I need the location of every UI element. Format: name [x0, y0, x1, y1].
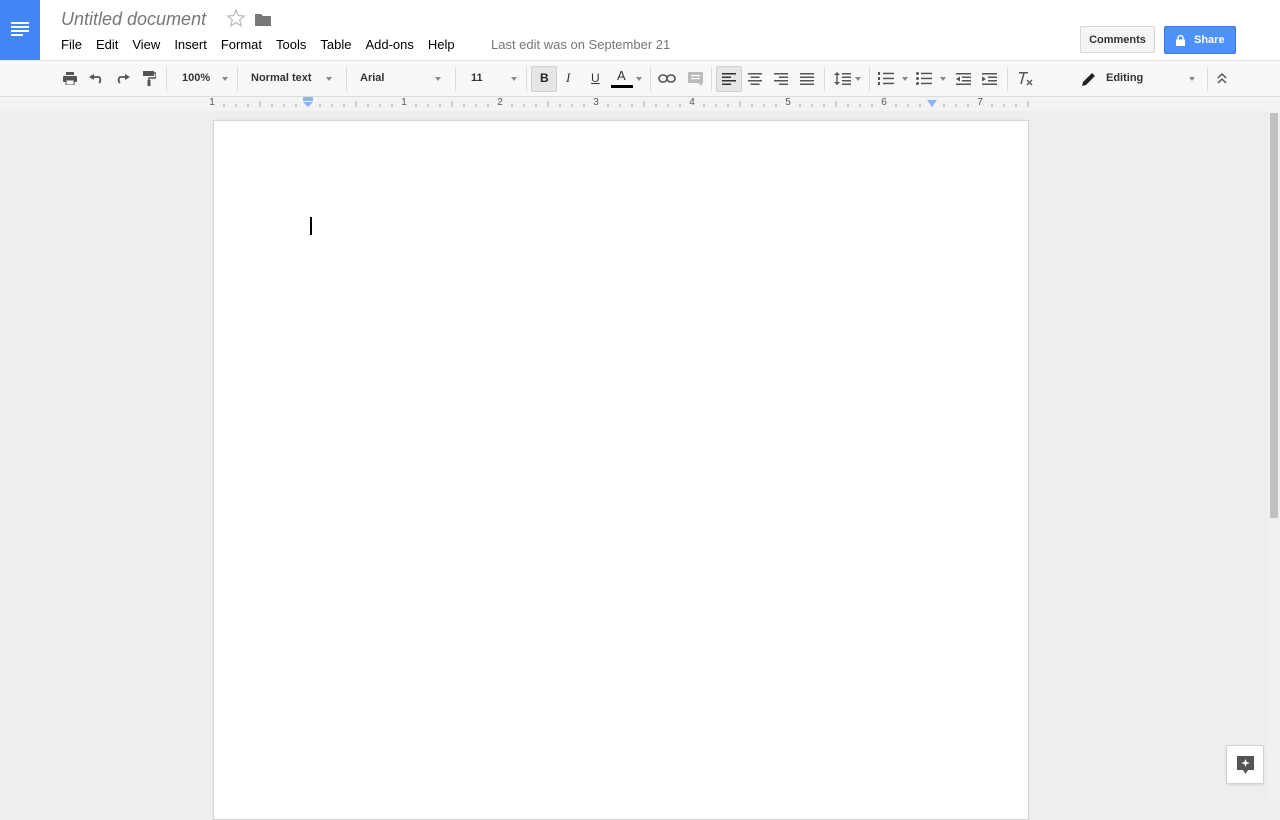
- toolbar-separator: [1207, 67, 1208, 91]
- link-icon[interactable]: [657, 61, 677, 96]
- ruler[interactable]: 1 1 2 3 4 5 6 7: [0, 97, 1280, 111]
- chevron-down-icon[interactable]: [636, 77, 642, 81]
- font-size-select[interactable]: 11: [471, 71, 483, 85]
- ruler-label: 2: [497, 97, 503, 108]
- toolbar-separator: [1007, 67, 1008, 91]
- ruler-label: 6: [881, 97, 887, 108]
- toolbar-separator: [526, 67, 527, 91]
- left-indent-marker-icon[interactable]: [302, 97, 314, 109]
- last-edit-status[interactable]: Last edit was on September 21: [491, 37, 670, 53]
- ruler-label: 1: [401, 97, 407, 108]
- menu-insert[interactable]: Insert: [174, 37, 207, 53]
- ruler-label: 3: [593, 97, 599, 108]
- ruler-label: 4: [689, 97, 695, 108]
- ruler-label: 1: [209, 97, 215, 108]
- menu-file[interactable]: File: [61, 37, 82, 53]
- align-left-icon[interactable]: [720, 61, 738, 96]
- zoom-select[interactable]: 100%: [182, 71, 210, 85]
- numbered-list-icon[interactable]: [876, 61, 896, 96]
- clear-formatting-icon[interactable]: [1015, 61, 1035, 96]
- document-title[interactable]: Untitled document: [61, 9, 206, 30]
- toolbar-separator: [824, 67, 825, 91]
- menu-format[interactable]: Format: [221, 37, 262, 53]
- chevron-down-icon[interactable]: [902, 77, 908, 81]
- menu-tools[interactable]: Tools: [276, 37, 306, 53]
- toolbar-separator: [346, 67, 347, 91]
- menu-view[interactable]: View: [132, 37, 160, 53]
- chevron-down-icon[interactable]: [1189, 77, 1195, 81]
- toolbar-separator: [237, 67, 238, 91]
- toolbar-separator: [650, 67, 651, 91]
- bold-button[interactable]: B: [540, 71, 549, 85]
- ruler-label: 7: [977, 97, 983, 108]
- chevron-down-icon[interactable]: [326, 77, 332, 81]
- docs-home-icon[interactable]: [0, 0, 40, 60]
- menu-bar: File Edit View Insert Format Tools Table…: [61, 37, 469, 53]
- line-spacing-icon[interactable]: [832, 61, 852, 96]
- decrease-indent-icon[interactable]: [953, 61, 973, 96]
- vertical-scrollbar[interactable]: [1268, 111, 1280, 800]
- bulleted-list-icon[interactable]: [914, 61, 934, 96]
- ruler-label: 5: [785, 97, 791, 108]
- menu-help[interactable]: Help: [428, 37, 455, 53]
- comments-button[interactable]: Comments: [1080, 26, 1155, 53]
- underline-button[interactable]: U: [591, 71, 600, 85]
- toolbar-separator: [711, 67, 712, 91]
- undo-icon[interactable]: [87, 61, 105, 96]
- justify-icon[interactable]: [798, 61, 816, 96]
- pencil-icon: [1080, 61, 1098, 96]
- right-indent-marker-icon[interactable]: [926, 100, 938, 109]
- app-header: Untitled document File Edit View Insert …: [0, 0, 1280, 61]
- print-icon[interactable]: [61, 61, 79, 96]
- font-select[interactable]: Arial: [360, 71, 384, 85]
- menu-edit[interactable]: Edit: [96, 37, 118, 53]
- star-icon[interactable]: [226, 8, 246, 28]
- align-right-icon[interactable]: [772, 61, 790, 96]
- ruler-ticks: [223, 101, 1029, 107]
- share-button[interactable]: Share: [1164, 26, 1236, 54]
- toolbar-separator: [869, 67, 870, 91]
- toolbar-separator: [455, 67, 456, 91]
- increase-indent-icon[interactable]: [979, 61, 999, 96]
- menu-addons[interactable]: Add-ons: [365, 37, 413, 53]
- comment-icon[interactable]: [686, 61, 704, 96]
- text-color-button[interactable]: A: [617, 69, 626, 83]
- mode-select[interactable]: Editing: [1106, 71, 1143, 85]
- folder-icon[interactable]: [254, 11, 272, 27]
- scrollbar-thumb[interactable]: [1270, 113, 1278, 518]
- align-center-icon[interactable]: [746, 61, 764, 96]
- lock-icon: [1176, 35, 1185, 46]
- paint-format-icon[interactable]: [140, 61, 158, 96]
- chevron-down-icon[interactable]: [222, 77, 228, 81]
- paragraph-style-select[interactable]: Normal text: [251, 71, 312, 85]
- document-page[interactable]: [213, 120, 1029, 820]
- chevron-down-icon[interactable]: [435, 77, 441, 81]
- chevron-down-icon[interactable]: [511, 77, 517, 81]
- formatting-toolbar: 100% Normal text Arial 11 B I U A Editin…: [0, 61, 1280, 97]
- text-cursor: [310, 217, 312, 235]
- toolbar-separator: [166, 67, 167, 91]
- share-label: Share: [1194, 34, 1225, 46]
- chevron-down-icon[interactable]: [940, 77, 946, 81]
- italic-button[interactable]: I: [566, 71, 570, 85]
- text-color-swatch: [611, 85, 633, 88]
- explore-icon: [1237, 756, 1254, 774]
- redo-icon[interactable]: [113, 61, 131, 96]
- collapse-toolbar-icon[interactable]: [1213, 61, 1231, 96]
- menu-table[interactable]: Table: [320, 37, 351, 53]
- chevron-down-icon[interactable]: [855, 77, 861, 81]
- explore-button[interactable]: [1226, 745, 1264, 784]
